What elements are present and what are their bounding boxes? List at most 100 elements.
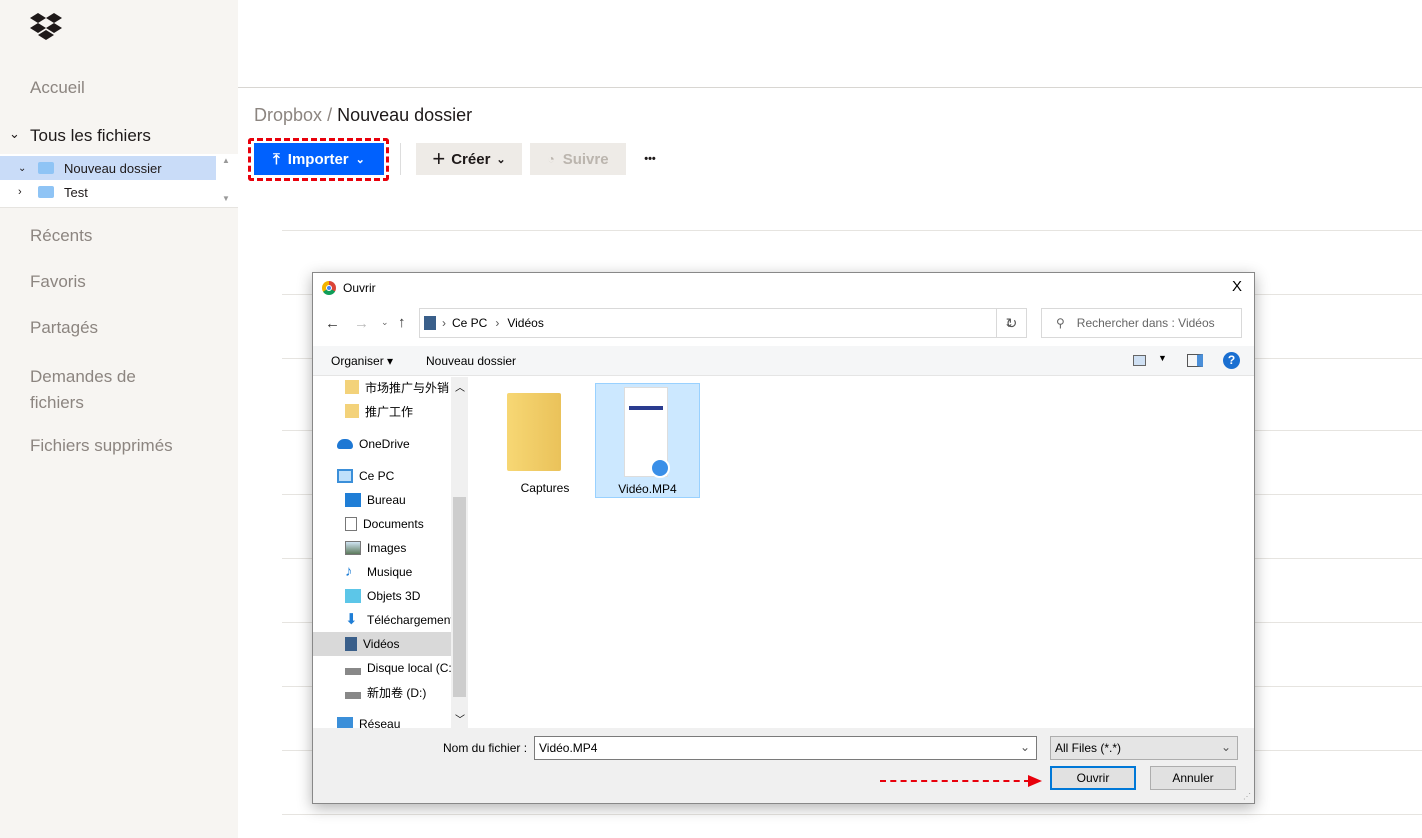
- computer-icon: [337, 469, 353, 483]
- import-button[interactable]: ⤒ Importer ⌄: [254, 143, 384, 175]
- nav-item[interactable]: Bureau: [345, 488, 468, 512]
- filename-value: Vidéo.MP4: [539, 741, 598, 755]
- follow-button[interactable]: ◔ Suivre: [530, 143, 626, 175]
- create-button[interactable]: + Créer ⌄: [416, 143, 522, 175]
- nav-label: Ce PC: [359, 469, 395, 483]
- file-item-video[interactable]: Vidéo.MP4: [595, 383, 700, 498]
- nav-item[interactable]: ⬇ Téléchargements: [345, 608, 463, 632]
- breadcrumb-sep: /: [327, 105, 333, 125]
- nav-item[interactable]: Disque local (C:): [345, 656, 463, 680]
- nav-label: Disque local (C:): [367, 661, 456, 675]
- nav-label: Téléchargements: [367, 613, 460, 627]
- nav-scrollbar[interactable]: ︿ ﹀: [451, 377, 468, 728]
- nav-label: Réseau: [359, 717, 401, 728]
- view-dropdown-icon[interactable]: ▼: [1158, 353, 1167, 363]
- plus-icon: +: [432, 146, 446, 171]
- nav-label: Documents: [363, 517, 424, 531]
- nav-demandes[interactable]: Demandes de fichiers: [30, 364, 180, 416]
- nav-label: 新加卷 (D:): [367, 685, 427, 700]
- recent-dropdown-icon[interactable]: ⌄: [381, 317, 389, 328]
- address-bar[interactable]: › Ce PC › Vidéos ⌄: [419, 308, 1027, 338]
- command-bar: Organiser ▾ Nouveau dossier ▼ ?: [313, 346, 1254, 376]
- nav-label: OneDrive: [359, 437, 410, 451]
- nav-item-selected[interactable]: Vidéos: [313, 632, 451, 656]
- scroll-up-icon[interactable]: ▲: [222, 156, 230, 165]
- create-label: Créer: [451, 150, 491, 168]
- filetype-select[interactable]: All Files (*.*) ⌄: [1050, 736, 1238, 760]
- nav-label: Images: [367, 541, 407, 555]
- open-button[interactable]: Ouvrir: [1050, 766, 1136, 790]
- nav-favoris[interactable]: Favoris: [30, 272, 86, 292]
- images-icon: [345, 541, 361, 555]
- scrollbar-thumb[interactable]: [453, 497, 466, 697]
- nav-item[interactable]: ♪ Musique: [345, 560, 468, 584]
- folder-sync-icon: [345, 380, 359, 394]
- nav-label: 推广工作: [365, 404, 414, 419]
- dropbox-logo-icon[interactable]: [29, 13, 63, 41]
- help-icon[interactable]: ?: [1223, 352, 1240, 369]
- nav-all-files[interactable]: Tous les fichiers: [30, 126, 151, 146]
- tree-item-test[interactable]: › Test: [0, 180, 236, 204]
- nav-item[interactable]: OneDrive: [337, 432, 468, 456]
- red-arrow-head-icon: [1028, 775, 1042, 787]
- more-button[interactable]: •••: [636, 143, 664, 175]
- filename-input[interactable]: Vidéo.MP4 ⌄: [534, 736, 1037, 760]
- nav-label: Musique: [367, 565, 413, 579]
- open-file-dialog: Ouvrir X ← → ⌄ ↑ › Ce PC › Vidéos ⌄ ↻ ⚲ Rec…: [312, 272, 1255, 804]
- tree-label: Test: [64, 184, 88, 200]
- dialog-footer: Nom du fichier : Vidéo.MP4 ⌄ All Files (*…: [313, 728, 1254, 803]
- search-input[interactable]: ⚲ Rechercher dans : Vidéos: [1041, 308, 1242, 338]
- nav-item[interactable]: 推广工作: [345, 399, 468, 423]
- filename-label: Nom du fichier :: [443, 741, 528, 755]
- chevron-down-icon: ⌄: [496, 153, 506, 166]
- close-button[interactable]: X: [1232, 278, 1242, 295]
- download-icon: ⬇: [345, 611, 358, 628]
- nav-supprimes[interactable]: Fichiers supprimés: [30, 436, 173, 456]
- folder-icon: [507, 393, 561, 471]
- preview-pane-icon[interactable]: [1187, 354, 1203, 367]
- folder-icon: [345, 404, 359, 418]
- search-placeholder: Rechercher dans : Vidéos: [1076, 316, 1215, 330]
- file-list: Captures Vidéo.MP4: [470, 377, 1254, 728]
- file-item-captures[interactable]: Captures: [495, 383, 595, 495]
- nav-item[interactable]: 新加卷 (D:): [345, 680, 468, 704]
- new-folder-button[interactable]: Nouveau dossier: [426, 354, 516, 368]
- nav-item[interactable]: Ce PC: [337, 464, 468, 488]
- scroll-down-icon[interactable]: ▼: [222, 194, 230, 203]
- nav-item[interactable]: Réseau: [337, 712, 468, 728]
- nav-item[interactable]: Images: [345, 536, 468, 560]
- path-ce-pc[interactable]: Ce PC: [452, 316, 487, 330]
- nav-accueil[interactable]: Accueil: [30, 78, 85, 98]
- filetype-value: All Files (*.*): [1055, 741, 1122, 755]
- nav-item[interactable]: Documents: [345, 512, 468, 536]
- organise-button[interactable]: Organiser ▾: [331, 354, 393, 368]
- chrome-icon: [322, 281, 336, 295]
- cancel-button[interactable]: Annuler: [1150, 766, 1236, 790]
- chevron-down-icon: ⌄: [355, 153, 365, 166]
- resize-grip-icon[interactable]: ⋰: [1243, 792, 1251, 801]
- nav-recents[interactable]: Récents: [30, 226, 92, 246]
- refresh-button[interactable]: ↻: [996, 308, 1027, 338]
- chevron-down-icon[interactable]: ⌄: [1020, 740, 1030, 754]
- 3d-objects-icon: [345, 589, 361, 603]
- chevron-down-icon[interactable]: ⌄: [9, 126, 20, 142]
- nav-item[interactable]: Objets 3D: [345, 584, 468, 608]
- desktop-icon: [345, 493, 361, 507]
- nav-item[interactable]: 市场推广与外销: [345, 377, 468, 399]
- sidebar: Accueil ⌄ Tous les fichiers ⌄ Nouveau dos…: [0, 0, 238, 838]
- forward-arrow-icon[interactable]: →: [354, 315, 369, 332]
- tree-item-nouveau-dossier[interactable]: ⌄ Nouveau dossier: [0, 156, 216, 180]
- network-icon: [337, 717, 353, 728]
- breadcrumb-root[interactable]: Dropbox: [254, 105, 322, 125]
- folder-icon: [38, 162, 54, 174]
- dialog-title: Ouvrir: [343, 281, 376, 295]
- path-videos[interactable]: Vidéos: [507, 316, 543, 330]
- back-arrow-icon[interactable]: ←: [325, 315, 340, 332]
- breadcrumb-current: Nouveau dossier: [337, 105, 473, 125]
- nav-partages[interactable]: Partagés: [30, 318, 98, 338]
- up-arrow-icon[interactable]: ↑: [398, 314, 406, 331]
- folder-tree: ⌄ Nouveau dossier › Test ▲ ▼: [0, 154, 238, 208]
- nav-label: Objets 3D: [367, 589, 421, 603]
- view-icon[interactable]: [1133, 355, 1146, 366]
- navigation-pane: 市场推广与外销 推广工作 OneDrive Ce PC Bureau Docum…: [313, 377, 468, 728]
